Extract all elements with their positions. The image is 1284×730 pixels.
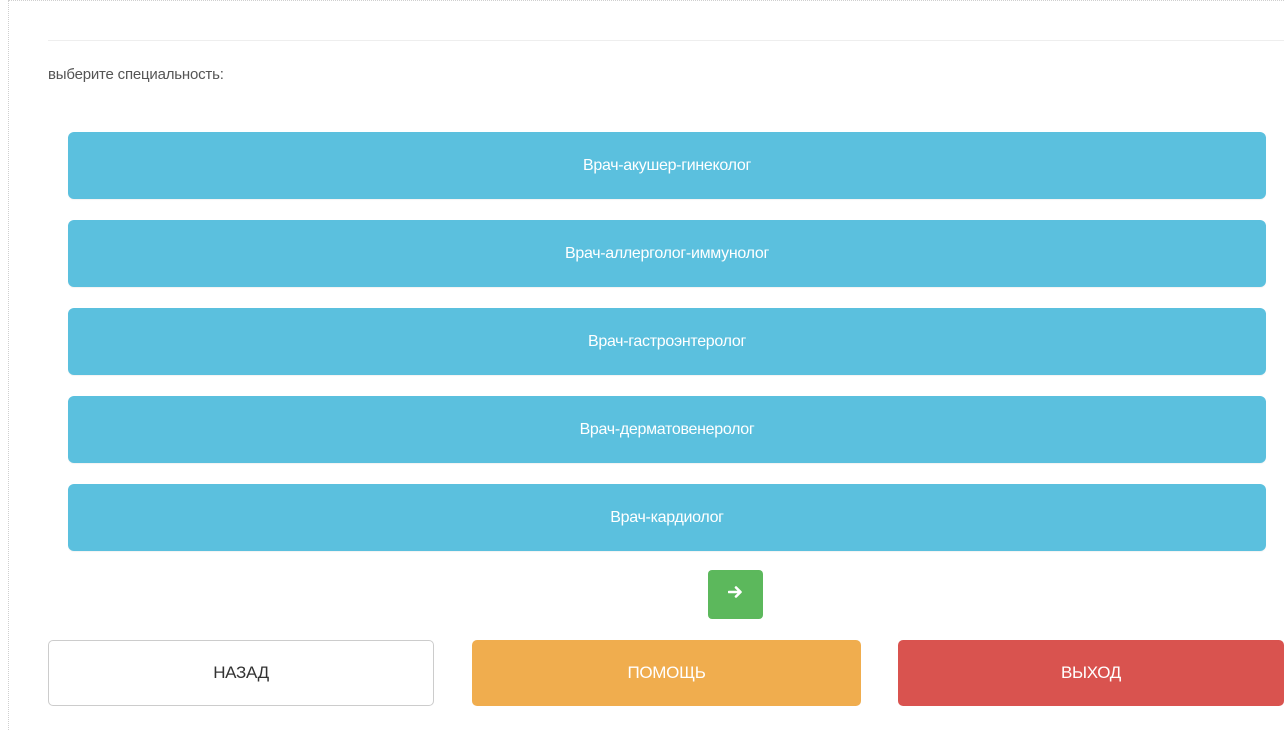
specialty-prompt: выберите специальность: (48, 66, 224, 83)
back-button[interactable]: НАЗАД (48, 640, 434, 706)
specialty-button-allergist-immunologist[interactable]: Врач-аллерголог-иммунолог (68, 220, 1266, 287)
specialty-list: Врач-акушер-гинеколог Врач-аллерголог-им… (68, 132, 1266, 572)
specialty-button-gastroenterologist[interactable]: Врач-гастроэнтеролог (68, 308, 1266, 375)
next-button[interactable] (708, 570, 763, 619)
arrow-right-icon (727, 585, 744, 604)
header-divider (48, 40, 1284, 41)
specialty-button-obstetrician-gynecologist[interactable]: Врач-акушер-гинеколог (68, 132, 1266, 199)
help-button[interactable]: ПОМОЩЬ (472, 640, 861, 706)
specialty-button-cardiologist[interactable]: Врач-кардиолог (68, 484, 1266, 551)
specialty-button-dermatovenereologist[interactable]: Врач-дерматовенеролог (68, 396, 1266, 463)
exit-button[interactable]: ВЫХОД (898, 640, 1284, 706)
